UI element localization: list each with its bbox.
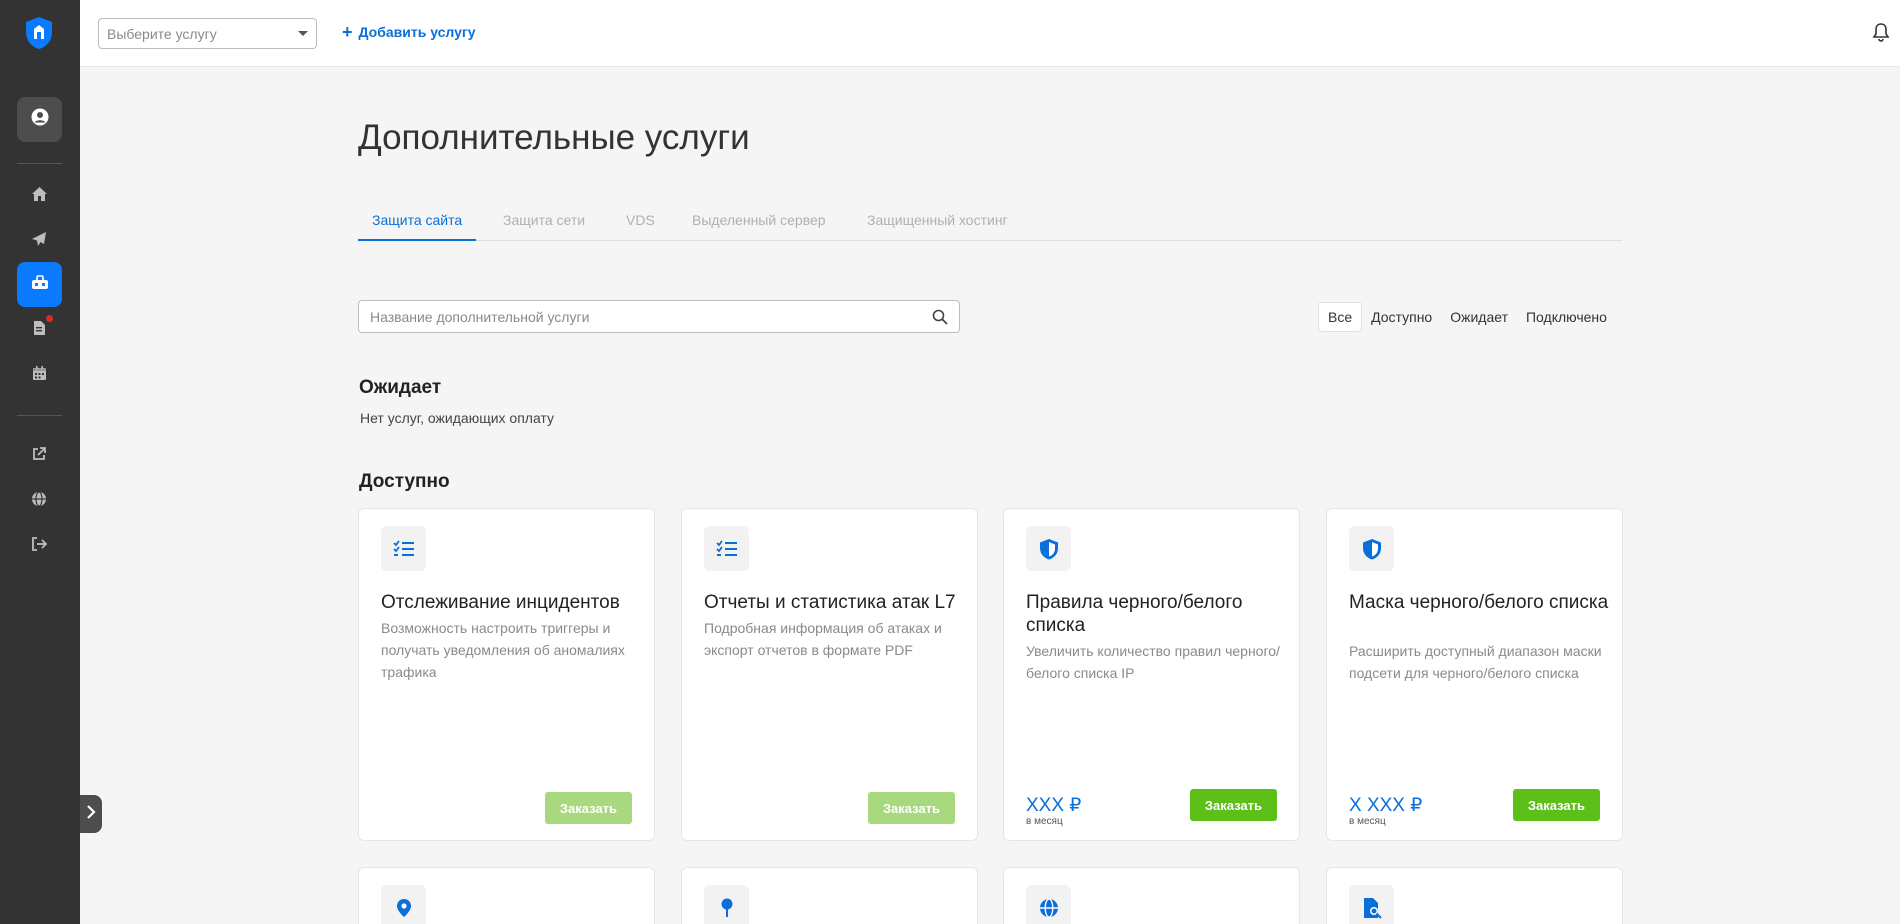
chevron-right-icon bbox=[86, 804, 96, 824]
service-card bbox=[1326, 867, 1623, 924]
service-card bbox=[681, 867, 978, 924]
calendar-icon bbox=[32, 365, 47, 386]
search-icon[interactable] bbox=[932, 309, 948, 325]
order-button[interactable]: Заказать bbox=[1189, 789, 1277, 821]
sidebar-item-services[interactable] bbox=[17, 262, 62, 307]
available-section-title: Доступно bbox=[359, 471, 450, 492]
checklist-icon bbox=[704, 526, 749, 571]
sidebar-item-logout[interactable] bbox=[30, 536, 48, 557]
top-bar: Выберите услугу + Добавить услугу bbox=[80, 0, 1900, 67]
card-price-note: в месяц bbox=[1349, 816, 1386, 827]
caret-down-icon bbox=[298, 31, 308, 36]
filter-available[interactable]: Доступно bbox=[1362, 303, 1441, 331]
card-price-note: в месяц bbox=[1026, 816, 1063, 827]
sidebar-item-calendar[interactable] bbox=[30, 365, 48, 386]
pending-section-title: Ожидает bbox=[359, 377, 442, 398]
card-title: Отслеживание инцидентов bbox=[381, 592, 620, 613]
pending-empty-note: Нет услуг, ожидающих оплату bbox=[360, 410, 555, 426]
tab-protected-hosting[interactable]: Защищенный хостинг bbox=[867, 206, 1008, 241]
card-title: Маска черного/белого списка bbox=[1349, 592, 1609, 613]
sidebar-collapse-button[interactable] bbox=[80, 795, 102, 833]
page-title: Дополнительные услуги bbox=[358, 118, 750, 157]
filter-all[interactable]: Все bbox=[1318, 302, 1363, 332]
paper-plane-icon bbox=[31, 231, 47, 252]
service-card: Отчеты и статистика атак L7 Подробная ин… bbox=[681, 508, 978, 841]
service-card: Маска черного/белого списка Расширить до… bbox=[1326, 508, 1623, 841]
card-description: Расширить доступный диапазон маски подсе… bbox=[1349, 643, 1602, 681]
service-select[interactable]: Выберите услугу bbox=[98, 18, 317, 49]
sidebar-item-home[interactable] bbox=[30, 186, 48, 207]
order-button[interactable]: Заказать bbox=[867, 792, 955, 824]
pin-icon bbox=[704, 885, 749, 924]
user-circle-icon bbox=[31, 108, 49, 131]
logout-icon bbox=[31, 536, 48, 557]
status-filter: Все Доступно Ожидает Подключено bbox=[1318, 302, 1616, 332]
sidebar-item-language[interactable] bbox=[30, 490, 48, 512]
shield-logo-icon[interactable] bbox=[24, 16, 54, 50]
sidebar-divider bbox=[17, 163, 62, 164]
card-price: X XXX ₽ bbox=[1349, 795, 1423, 816]
service-card bbox=[1003, 867, 1300, 924]
tab-site-protection[interactable]: Защита сайта bbox=[358, 206, 477, 241]
service-card: Отслеживание инцидентов Возможность наст… bbox=[358, 508, 655, 841]
search-box bbox=[358, 300, 960, 333]
sidebar-divider bbox=[17, 415, 62, 416]
shield-icon bbox=[1026, 526, 1071, 571]
external-link-icon bbox=[31, 446, 47, 467]
service-select-value: Выберите услугу bbox=[107, 25, 217, 42]
order-button[interactable]: Заказать bbox=[544, 792, 632, 824]
tab-vds[interactable]: VDS bbox=[626, 206, 655, 241]
shield-icon bbox=[1349, 526, 1394, 571]
service-tabs: Защита сайта Защита сети VDS Выделенный … bbox=[358, 206, 1622, 241]
card-title: Отчеты и статистика атак L7 bbox=[704, 592, 956, 613]
home-icon bbox=[31, 186, 48, 207]
search-input[interactable] bbox=[370, 308, 932, 325]
filter-pending[interactable]: Ожидает bbox=[1441, 303, 1517, 331]
file-search-icon bbox=[1349, 885, 1394, 924]
service-card bbox=[358, 867, 655, 924]
card-price: XXX ₽ bbox=[1026, 795, 1082, 816]
card-description: Возможность настроить триггеры и получат… bbox=[381, 620, 625, 680]
tab-dedicated-server[interactable]: Выделенный сервер bbox=[692, 206, 826, 241]
tab-network-protection[interactable]: Защита сети bbox=[503, 206, 585, 241]
sidebar-item-external[interactable] bbox=[30, 446, 48, 467]
plus-icon: + bbox=[342, 22, 353, 42]
globe-icon bbox=[1026, 885, 1071, 924]
checklist-icon bbox=[381, 526, 426, 571]
map-marker-icon bbox=[381, 885, 426, 924]
globe-icon bbox=[31, 490, 47, 512]
filter-connected[interactable]: Подключено bbox=[1517, 303, 1616, 331]
bell-icon[interactable] bbox=[1872, 22, 1892, 44]
order-button[interactable]: Заказать bbox=[1512, 789, 1600, 821]
sidebar-item-documents[interactable] bbox=[30, 320, 48, 341]
document-icon bbox=[32, 320, 46, 341]
card-description: Увеличить количество правил черного/бело… bbox=[1026, 643, 1280, 681]
add-service-label: Добавить услугу bbox=[358, 24, 476, 40]
sidebar bbox=[0, 0, 80, 924]
card-description: Подробная информация об атаках и экспорт… bbox=[704, 620, 942, 658]
card-title: Правила черного/белого списка bbox=[1026, 592, 1243, 636]
toolbox-icon bbox=[31, 274, 49, 295]
add-service-button[interactable]: + Добавить услугу bbox=[342, 22, 476, 42]
sidebar-item-send[interactable] bbox=[30, 231, 48, 252]
service-card: Правила черного/белого списка Увеличить … bbox=[1003, 508, 1300, 841]
notification-dot bbox=[46, 315, 53, 322]
sidebar-item-profile[interactable] bbox=[17, 97, 62, 142]
